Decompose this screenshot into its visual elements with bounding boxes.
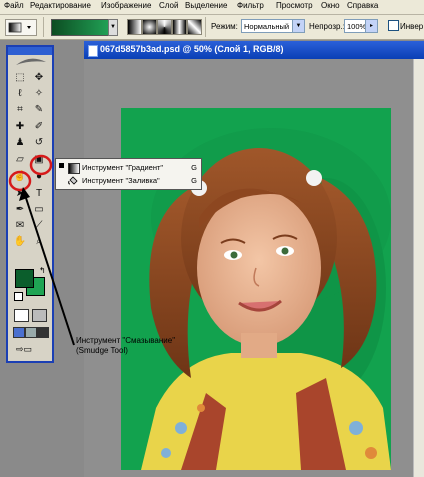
- highlight-circle-smudge: [8, 170, 32, 192]
- smudge-tool-callout: Инструмент "Смазывание" (Smudge Tool): [76, 336, 175, 356]
- callout-line-2: (Smudge Tool): [76, 346, 128, 355]
- callout-line-1: Инструмент "Смазывание": [76, 336, 176, 345]
- callout-arrow-line: [24, 194, 75, 346]
- annotation-overlay: [8, 154, 75, 346]
- highlight-circle-gradient: [29, 154, 53, 176]
